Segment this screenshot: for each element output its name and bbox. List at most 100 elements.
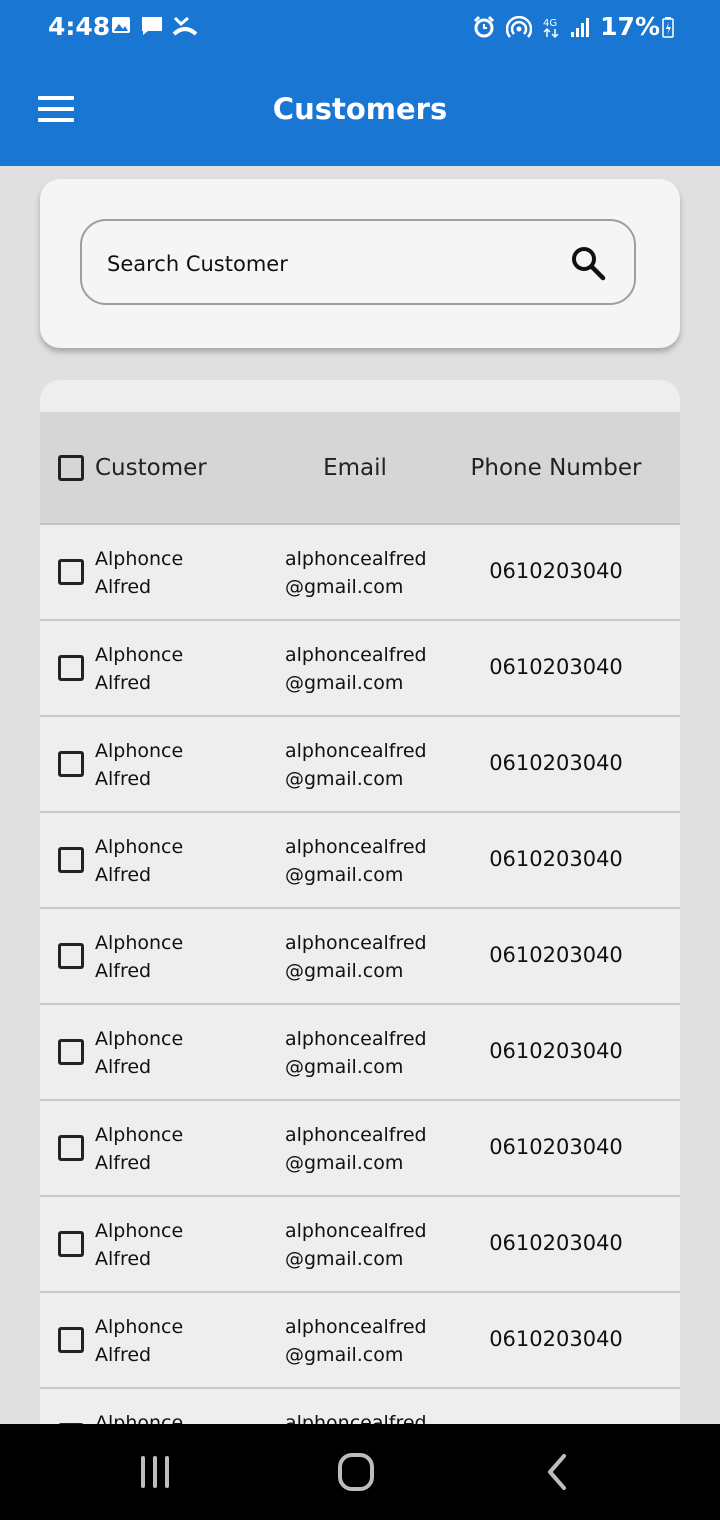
email-user: alphoncealfred	[285, 1124, 427, 1146]
email-domain: @gmail.com	[285, 1152, 404, 1174]
table-row[interactable]: AlphonceAlfred alphoncealfred @gmail.com 06…	[40, 1293, 680, 1389]
image-icon	[112, 17, 130, 33]
row-checkbox[interactable]	[58, 847, 84, 873]
table-row[interactable]: Alphonce Alfred alphoncealfred @gmail.com 06…	[40, 1197, 680, 1293]
customer-email-cell: alphoncealfred @gmail.com	[285, 833, 455, 889]
row-checkbox[interactable]	[58, 943, 84, 969]
table-body: Alphonce Alfred alphoncealfred @gmail.com 06…	[40, 525, 680, 1424]
customer-phone-cell: 0610203040	[489, 751, 623, 775]
customer-phone-cell: 0610203040	[489, 655, 623, 679]
customer-last-name: Alfred	[95, 1056, 152, 1078]
table-row[interactable]: AlphonceAlfred alphoncealfred @gmail.com 06…	[40, 717, 680, 813]
hotspot-icon	[506, 15, 533, 38]
customer-last-name: Alfred	[95, 1152, 152, 1174]
customer-last-name: Alfred	[95, 1248, 152, 1270]
table-row[interactable]: Alphonce Alfred alphoncealfred @gmail.com 06…	[40, 909, 680, 1005]
email-user: alphoncealfred	[285, 1316, 427, 1338]
table-row[interactable]: AlphonceAlfredalphoncealfred@gmail.com06…	[40, 525, 680, 621]
email-domain: @gmail.com	[285, 672, 404, 694]
customer-first-name: Alphonce	[95, 1412, 184, 1424]
table-row[interactable]: AlphonceAlfred alphoncealfred @gmail.com 06…	[40, 1005, 680, 1101]
row-checkbox[interactable]	[58, 751, 84, 777]
row-checkbox[interactable]	[58, 655, 84, 681]
app-bar: Customers	[0, 56, 720, 166]
email-domain: @gmail.com	[285, 960, 404, 982]
status-time: 4:48	[48, 12, 111, 41]
customer-email-cell: alphoncealfred @gmail.com	[285, 1217, 455, 1273]
select-all-checkbox[interactable]	[58, 455, 84, 481]
customer-name-cell: AlphonceAlfred	[95, 833, 245, 889]
row-checkbox[interactable]	[58, 1039, 84, 1065]
alarm-icon	[474, 15, 495, 37]
header-customer: Customer	[95, 455, 207, 481]
customer-email-cell: alphoncealfred @gmail.com	[285, 737, 455, 793]
email-domain: @gmail.com	[285, 768, 404, 790]
customer-first-name: Alphonce	[95, 932, 184, 954]
customer-last-name: Alfred	[95, 960, 152, 982]
navigation-bar	[0, 1424, 720, 1520]
row-checkbox[interactable]	[58, 559, 84, 585]
row-checkbox[interactable]	[58, 1135, 84, 1161]
email-domain: @gmail.com	[285, 576, 404, 598]
customer-name-cell: AlphonceAlfred	[95, 737, 245, 793]
email-domain: @gmail.com	[285, 1248, 404, 1270]
customer-phone-cell: 0610203040	[489, 1039, 623, 1063]
customer-phone-cell: 0610203040	[489, 1231, 623, 1255]
customer-first-name: Alphonce	[95, 1124, 184, 1146]
customer-email-cell: alphoncealfred @gmail.com	[285, 1025, 455, 1081]
email-domain: @gmail.com	[285, 1056, 404, 1078]
table-row[interactable]: AlphonceAlfredalphoncealfred@gmail.com06…	[40, 1389, 680, 1424]
search-input[interactable]	[105, 246, 549, 282]
customer-phone-cell: 0610203040	[489, 847, 623, 871]
customer-phone-cell: 0610203040	[489, 1327, 623, 1351]
email-user: alphoncealfred	[285, 548, 427, 570]
customer-email-cell: alphoncealfred @gmail.com	[285, 1313, 455, 1369]
customer-phone-cell: 0610203040	[489, 1135, 623, 1159]
customer-last-name: Alfred	[95, 1344, 152, 1366]
email-user: alphoncealfred	[285, 1028, 427, 1050]
customer-name-cell: AlphonceAlfred	[95, 641, 245, 697]
customer-name-cell: AlphonceAlfred	[95, 1025, 245, 1081]
email-domain: @gmail.com	[285, 1344, 404, 1366]
customer-email-cell: alphoncealfred @gmail.com	[285, 545, 455, 601]
customers-table: Customer Email Phone Number Alphonce Alfr…	[40, 380, 680, 1424]
table-row[interactable]: AlphonceAlfred alphoncealfred @gmail.com 06…	[40, 813, 680, 909]
email-domain: @gmail.com	[285, 864, 404, 886]
customer-first-name: Alphonce	[95, 548, 184, 570]
email-user: alphoncealfred	[285, 1220, 427, 1242]
email-user: alphoncealfred	[285, 932, 427, 954]
customer-email-cell: alphoncealfred@gmail.com	[285, 1409, 455, 1424]
row-checkbox[interactable]	[58, 1327, 84, 1353]
customer-first-name: Alphonce	[95, 1220, 184, 1242]
email-user: alphoncealfred	[285, 740, 427, 762]
svg-text:4G: 4G	[543, 18, 557, 29]
customer-name-cell: Alphonce Alfred	[95, 545, 245, 601]
row-checkbox[interactable]	[58, 1231, 84, 1257]
customer-name-cell: AlphonceAlfred	[95, 1409, 245, 1424]
customer-email-cell: alphoncealfred @gmail.com	[285, 1121, 455, 1177]
header-email: Email	[323, 455, 387, 481]
header-phone: Phone Number	[470, 455, 642, 481]
customer-phone-cell: 0610203040	[489, 943, 623, 967]
home-icon[interactable]	[331, 1452, 381, 1492]
search-field	[80, 219, 636, 305]
message-icon	[142, 17, 162, 35]
table-row[interactable]: AlphonceAlfred alphoncealfred @gmail.com 06…	[40, 621, 680, 717]
battery-percent: 17%	[600, 12, 660, 41]
customer-last-name: Alfred	[95, 576, 152, 598]
email-user: alphoncealfred	[285, 644, 427, 666]
status-bar: 4:48 4G 17%	[0, 0, 720, 56]
table-row[interactable]: Alphonce Alfred alphoncealfred @gmail.com 06…	[40, 1101, 680, 1197]
customer-first-name: Alphonce	[95, 740, 184, 762]
recent-apps-icon[interactable]	[130, 1452, 180, 1492]
4g-icon: 4G	[543, 18, 559, 38]
back-icon[interactable]	[532, 1452, 582, 1492]
battery-icon	[662, 16, 674, 38]
customer-name-cell: AlphonceAlfred	[95, 1313, 245, 1369]
status-notification-icons	[110, 14, 198, 38]
page-title: Customers	[272, 92, 448, 126]
search-icon[interactable]	[570, 245, 606, 281]
customer-first-name: Alphonce	[95, 836, 184, 858]
customer-first-name: Alphonce	[95, 644, 184, 666]
email-user: alphoncealfred	[285, 836, 427, 858]
